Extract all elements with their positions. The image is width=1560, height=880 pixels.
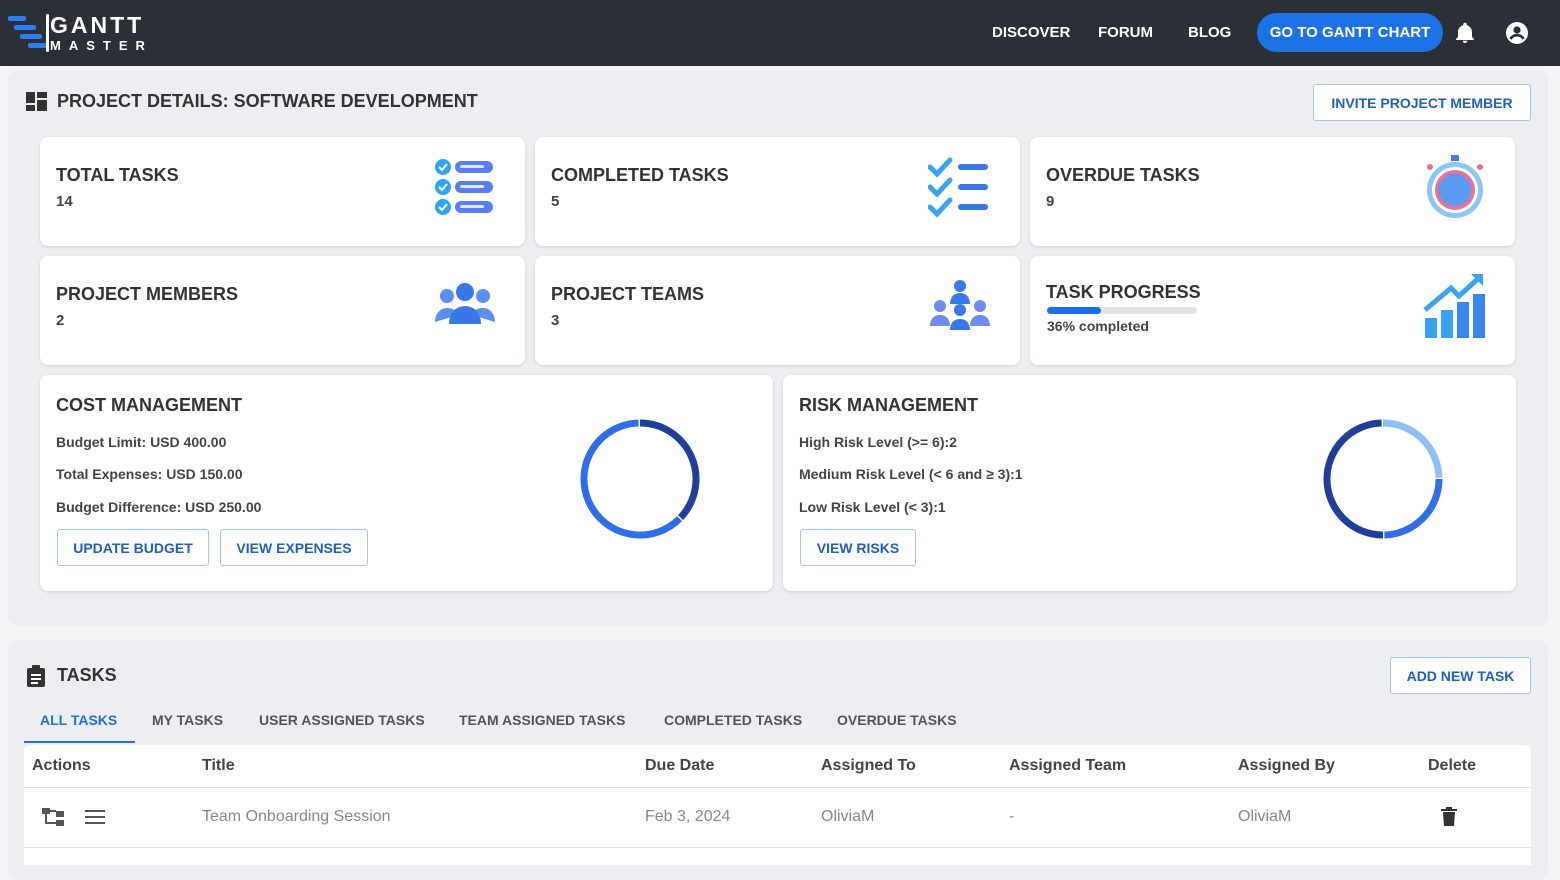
add-new-task-button[interactable]: ADD NEW TASK <box>1390 657 1531 694</box>
logo-mark-icon <box>6 12 50 54</box>
account-icon[interactable] <box>1505 21 1529 45</box>
clipboard-icon <box>27 665 45 687</box>
stat-label: PROJECT MEMBERS <box>56 284 239 304</box>
task-progress-fill <box>1047 307 1101 314</box>
tab-user-assigned-tasks[interactable]: USER ASSIGNED TASKS <box>259 712 425 728</box>
trash-icon[interactable] <box>1441 807 1457 826</box>
risk-donut-segment-2 <box>1323 419 1384 539</box>
tasks-table: Actions Title Due Date Assigned To Assig… <box>24 745 1531 865</box>
task-progress-card: TASK PROGRESS 36% completed <box>1030 256 1515 365</box>
task-assigned-by-cell: OliviaM <box>1238 808 1292 825</box>
column-header-assigned-by[interactable]: Assigned By <box>1238 757 1335 775</box>
low-risk-text: Low Risk Level (< 3):1 <box>799 499 946 515</box>
stat-label: TOTAL TASKS <box>56 165 179 185</box>
task-progress-label: TASK PROGRESS <box>1046 282 1201 302</box>
project-members-card: PROJECT MEMBERS 2 <box>40 256 525 365</box>
column-header-title[interactable]: Title <box>202 757 235 775</box>
overdue-stopwatch-icon <box>1427 155 1483 218</box>
subtask-tree-icon[interactable] <box>42 807 64 827</box>
task-assigned-to-cell: OliviaM <box>821 808 875 825</box>
gantt-master-logo[interactable]: GANTT MASTER <box>6 10 156 56</box>
tasks-title: TASKS <box>57 665 117 685</box>
cost-donut-chart <box>580 419 700 539</box>
task-due-date-cell: Feb 3, 2024 <box>645 808 731 825</box>
stat-value: 3 <box>551 312 560 329</box>
total-tasks-card: TOTAL TASKS 14 <box>40 137 525 246</box>
column-header-assigned-team[interactable]: Assigned Team <box>1009 757 1126 775</box>
stat-value: 14 <box>56 193 73 210</box>
row-divider <box>24 847 1531 848</box>
project-teams-card: PROJECT TEAMS 3 <box>535 256 1020 365</box>
stat-value: 2 <box>56 312 65 329</box>
risk-management-title: RISK MANAGEMENT <box>799 395 978 415</box>
stat-value: 5 <box>551 193 560 210</box>
stat-label: OVERDUE TASKS <box>1046 165 1200 185</box>
stat-value: 9 <box>1046 193 1055 210</box>
high-risk-text: High Risk Level (>= 6):2 <box>799 434 957 450</box>
active-tab-indicator <box>24 741 135 743</box>
checklist-icon <box>928 157 988 218</box>
task-assigned-team-cell: - <box>1009 808 1015 825</box>
logo-line1: GANTT <box>50 12 145 38</box>
menu-icon[interactable] <box>85 810 105 824</box>
budget-difference-text: Budget Difference: USD 250.00 <box>56 499 262 515</box>
tab-team-assigned-tasks[interactable]: TEAM ASSIGNED TASKS <box>459 712 625 728</box>
nav-blog-link[interactable]: BLOG <box>1188 24 1231 41</box>
overdue-tasks-card: OVERDUE TASKS 9 <box>1030 137 1515 246</box>
budget-limit-text: Budget Limit: USD 400.00 <box>56 434 227 450</box>
tab-my-tasks[interactable]: MY TASKS <box>152 712 223 728</box>
tab-all-tasks[interactable]: ALL TASKS <box>40 712 117 728</box>
growth-chart-icon <box>1423 274 1485 338</box>
top-navbar: GANTT MASTER DISCOVER FORUM BLOG GO TO G… <box>0 0 1560 66</box>
risk-donut-segment-0 <box>1382 419 1443 478</box>
cost-management-card: COST MANAGEMENT Budget Limit: USD 400.00… <box>40 375 773 591</box>
risk-donut-chart <box>1323 419 1443 539</box>
column-header-delete: Delete <box>1428 757 1477 774</box>
cost-management-title: COST MANAGEMENT <box>56 395 242 415</box>
nav-forum-link[interactable]: FORUM <box>1098 24 1153 41</box>
dashboard-icon <box>26 92 47 111</box>
tab-completed-tasks[interactable]: COMPLETED TASKS <box>664 712 802 728</box>
medium-risk-text: Medium Risk Level (< 6 and ≥ 3):1 <box>799 466 1023 482</box>
view-expenses-button[interactable]: VIEW EXPENSES <box>220 529 368 566</box>
invite-project-member-button[interactable]: INVITE PROJECT MEMBER <box>1313 84 1531 121</box>
task-progress-bar <box>1047 307 1197 314</box>
task-title-cell[interactable]: Team Onboarding Session <box>202 808 391 826</box>
risk-management-card: RISK MANAGEMENT High Risk Level (>= 6):2… <box>783 375 1516 591</box>
total-expenses-text: Total Expenses: USD 150.00 <box>56 466 243 482</box>
completed-tasks-card: COMPLETED TASKS 5 <box>535 137 1020 246</box>
stat-label: PROJECT TEAMS <box>551 284 705 304</box>
stat-label: COMPLETED TASKS <box>551 165 729 185</box>
logo-line2: MASTER <box>50 38 153 53</box>
cost-donut-segment-0 <box>639 419 700 521</box>
bell-icon[interactable] <box>1453 21 1477 45</box>
task-progress-text: 36% completed <box>1047 318 1149 334</box>
risk-donut-segment-1 <box>1384 478 1443 539</box>
go-to-gantt-chart-button[interactable]: GO TO GANTT CHART <box>1257 13 1443 52</box>
members-icon <box>435 283 495 324</box>
task-list-icon <box>435 159 493 215</box>
column-header-assigned-to[interactable]: Assigned To <box>821 757 916 775</box>
update-budget-button[interactable]: UPDATE BUDGET <box>57 529 209 566</box>
teams-icon <box>930 280 990 330</box>
header-divider <box>24 787 1531 788</box>
cost-donut-segment-1 <box>580 419 683 539</box>
column-header-actions: Actions <box>32 757 91 774</box>
nav-discover-link[interactable]: DISCOVER <box>992 24 1070 41</box>
tab-overdue-tasks[interactable]: OVERDUE TASKS <box>837 712 957 728</box>
project-details-title: PROJECT DETAILS: SOFTWARE DEVELOPMENT <box>57 91 478 111</box>
column-header-due-date[interactable]: Due Date <box>645 757 714 775</box>
view-risks-button[interactable]: VIEW RISKS <box>800 529 916 566</box>
